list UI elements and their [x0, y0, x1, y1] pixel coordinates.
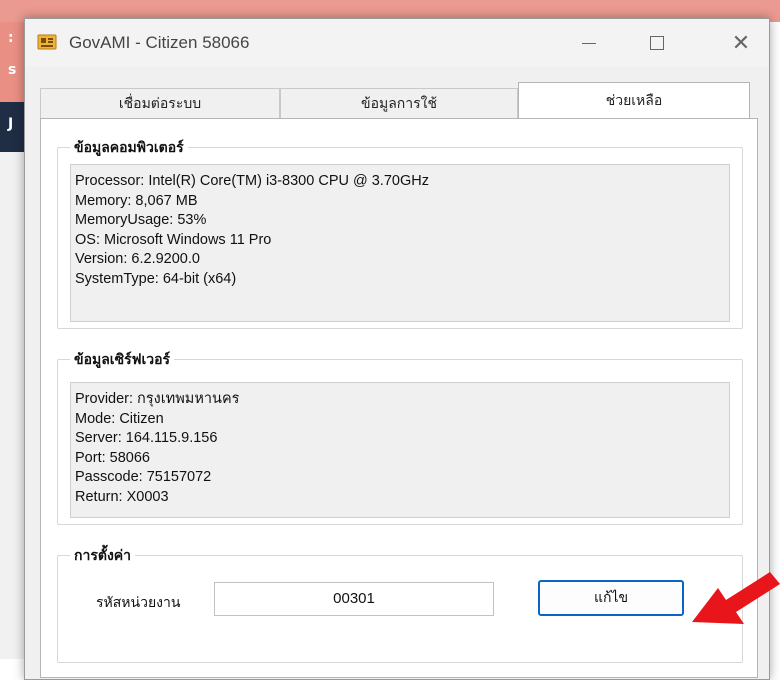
minimize-button[interactable]: [561, 19, 617, 67]
tab-usage[interactable]: ข้อมูลการใช้: [280, 88, 518, 118]
mode-line: Mode: Citizen: [75, 410, 164, 427]
tab-label: ช่วยเหลือ: [605, 92, 663, 109]
background-glyph: J: [8, 116, 14, 132]
minimize-icon: [582, 42, 596, 44]
annotation-arrow-icon: [692, 572, 780, 624]
settings-group: การตั้งค่า รหัสหน่วยงาน 00301 แก้ไข: [57, 545, 743, 663]
agency-code-field[interactable]: 00301: [214, 582, 494, 616]
govami-window: GovAMI - Citizen 58066 ✕ เชื่อมต่อระบบ ข…: [24, 18, 770, 680]
port-line: Port: 58066: [75, 449, 150, 466]
return-line: Return: X0003: [75, 488, 169, 505]
window-title: GovAMI - Citizen 58066: [69, 33, 250, 52]
provider-line: Provider: กรุงเทพมหานคร: [75, 391, 240, 407]
memory-usage-line: MemoryUsage: 53%: [75, 212, 207, 228]
background-app-nav: J: [0, 102, 24, 152]
close-button[interactable]: ✕: [713, 19, 769, 67]
maximize-icon: [650, 36, 664, 50]
app-icon: [37, 34, 57, 50]
server-info-heading: ข้อมูลเซิร์ฟเวอร์: [70, 349, 175, 371]
tab-strip: เชื่อมต่อระบบ ข้อมูลการใช้ ช่วยเหลือ: [40, 82, 750, 118]
background-app-sidebar: : s: [0, 22, 24, 102]
processor-line: Processor: Intel(R) Core(TM) i3-8300 CPU…: [75, 173, 429, 189]
help-tab-panel: ข้อมูลคอมพิวเตอร์ Processor: Intel(R) Co…: [40, 118, 758, 678]
os-line: OS: Microsoft Windows 11 Pro: [75, 231, 272, 248]
background-glyph: s: [8, 62, 17, 78]
version-line: Version: 6.2.9200.0: [75, 251, 200, 267]
server-info-group: ข้อมูลเซิร์ฟเวอร์ Provider: กรุงเทพมหานค…: [57, 349, 743, 525]
system-type-line: SystemType: 64-bit (x64): [75, 270, 237, 287]
maximize-button[interactable]: [629, 19, 685, 67]
background-glyph: :: [8, 30, 14, 46]
title-bar[interactable]: GovAMI - Citizen 58066 ✕: [25, 19, 769, 67]
computer-info-group: ข้อมูลคอมพิวเตอร์ Processor: Intel(R) Co…: [57, 137, 743, 329]
tab-connect[interactable]: เชื่อมต่อระบบ: [40, 88, 280, 118]
edit-button[interactable]: แก้ไข: [538, 580, 684, 616]
server-line: Server: 164.115.9.156: [75, 430, 218, 446]
server-info-text[interactable]: Provider: กรุงเทพมหานคร Mode: Citizen Se…: [70, 382, 730, 518]
tab-label: ข้อมูลการใช้: [361, 95, 437, 112]
tab-help[interactable]: ช่วยเหลือ: [518, 82, 750, 118]
passcode-line: Passcode: 75157072: [75, 469, 212, 485]
memory-line: Memory: 8,067 MB: [75, 192, 198, 209]
computer-info-text[interactable]: Processor: Intel(R) Core(TM) i3-8300 CPU…: [70, 164, 730, 322]
close-icon: ✕: [731, 30, 751, 56]
settings-heading: การตั้งค่า: [70, 545, 136, 567]
computer-info-heading: ข้อมูลคอมพิวเตอร์: [70, 137, 188, 159]
background-app-body: [0, 152, 24, 659]
tab-label: เชื่อมต่อระบบ: [118, 95, 202, 112]
agency-code-label: รหัสหน่วยงาน: [96, 595, 181, 611]
